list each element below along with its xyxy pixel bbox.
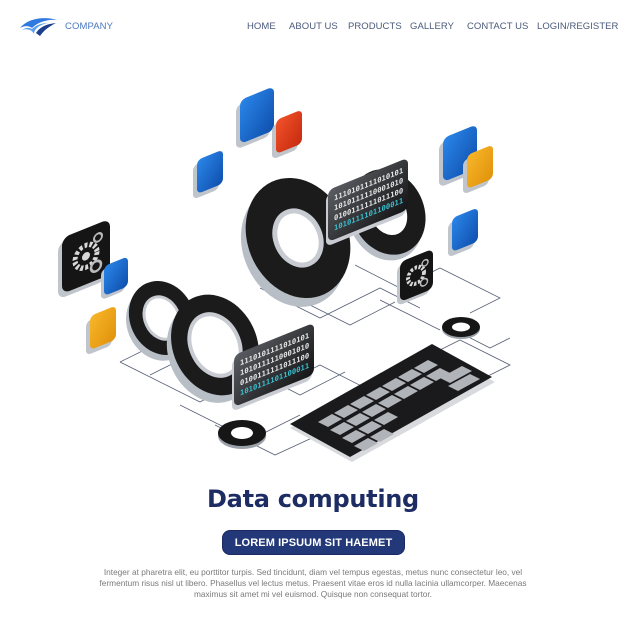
blue-app-tile	[448, 209, 478, 256]
orange-app-tile	[86, 307, 116, 354]
header: COMPANY HOME ABOUT US PRODUCTS GALLERY C…	[0, 0, 626, 52]
keyboard-icon	[290, 344, 495, 462]
nav-login-register[interactable]: LOGIN/REGISTER	[537, 21, 618, 32]
cta-button[interactable]: LOREM IPSUUM SIT HAEMET	[222, 530, 405, 555]
nav-home[interactable]: HOME	[247, 21, 276, 32]
body-text: Integer at pharetra elit, eu porttitor t…	[99, 567, 527, 599]
nav-products[interactable]: PRODUCTS	[348, 21, 402, 32]
small-gear-icon	[218, 420, 266, 449]
blue-app-tile	[236, 88, 274, 148]
data-computing-illustration: 1110101111010101 1010111110001010 010011…	[58, 88, 511, 462]
nav-gallery[interactable]: GALLERY	[410, 21, 454, 32]
page-title: Data computing	[207, 485, 419, 513]
main-nav: HOME ABOUT US PRODUCTS GALLERY CONTACT U…	[0, 21, 626, 33]
nav-about-us[interactable]: ABOUT US	[289, 21, 338, 32]
small-gear-icon	[442, 317, 480, 339]
red-app-tile	[272, 111, 302, 158]
blue-app-tile	[193, 151, 223, 198]
nav-contact-us[interactable]: CONTACT US	[467, 21, 528, 32]
